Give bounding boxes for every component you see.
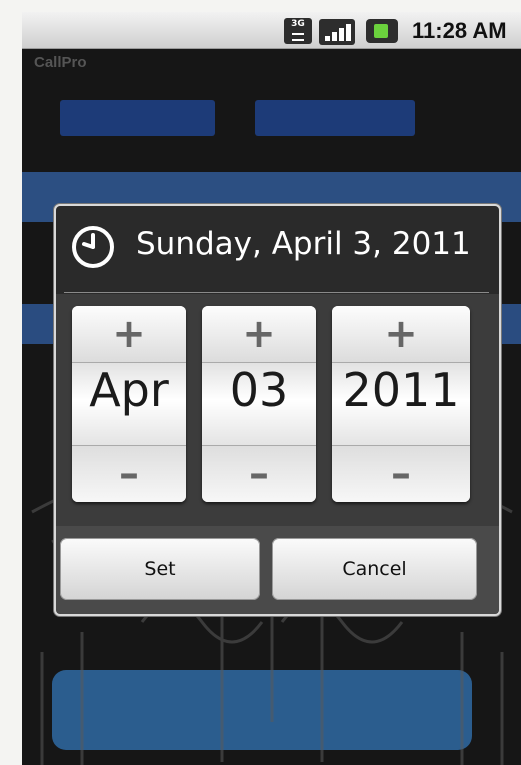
- set-button[interactable]: Set: [60, 538, 260, 600]
- dialog-title: Sunday, April 3, 2011: [136, 226, 471, 262]
- year-value[interactable]: 2011: [332, 363, 470, 445]
- cancel-button[interactable]: Cancel: [272, 538, 477, 600]
- 3g-icon: 3G: [284, 18, 312, 44]
- day-value[interactable]: 03: [202, 363, 316, 445]
- dialog-footer: Set Cancel: [56, 526, 499, 614]
- plus-icon: +: [384, 311, 418, 357]
- signal-icon: [319, 19, 355, 45]
- status-bar: 3G 11:28 AM: [22, 12, 521, 49]
- date-picker-dialog: Sunday, April 3, 2011 + Apr – + 03 – + 2…: [54, 204, 501, 616]
- plus-icon: +: [242, 311, 276, 357]
- year-picker: + 2011 –: [332, 306, 470, 502]
- status-time: 11:28 AM: [412, 18, 507, 43]
- month-decrement-button[interactable]: –: [72, 445, 186, 502]
- minus-icon: –: [249, 451, 269, 497]
- year-increment-button[interactable]: +: [332, 306, 470, 363]
- plus-icon: +: [112, 311, 146, 357]
- day-increment-button[interactable]: +: [202, 306, 316, 363]
- network-type-label: 3G: [291, 19, 305, 29]
- minus-icon: –: [391, 451, 411, 497]
- battery-icon: [366, 19, 398, 43]
- day-decrement-button[interactable]: –: [202, 445, 316, 502]
- phone-screen: 3G 11:28 AM CallPro Sunday, April 3, 201…: [22, 12, 521, 765]
- year-decrement-button[interactable]: –: [332, 445, 470, 502]
- background-button-left: [60, 100, 215, 136]
- day-picker: + 03 –: [202, 306, 316, 502]
- background-button-right: [255, 100, 415, 136]
- month-increment-button[interactable]: +: [72, 306, 186, 363]
- month-picker: + Apr –: [72, 306, 186, 502]
- month-value[interactable]: Apr: [72, 363, 186, 445]
- header-divider: [64, 292, 489, 293]
- dialog-header: Sunday, April 3, 2011: [56, 206, 499, 294]
- clock-icon: [72, 226, 114, 268]
- app-title: CallPro: [34, 54, 87, 71]
- minus-icon: –: [119, 451, 139, 497]
